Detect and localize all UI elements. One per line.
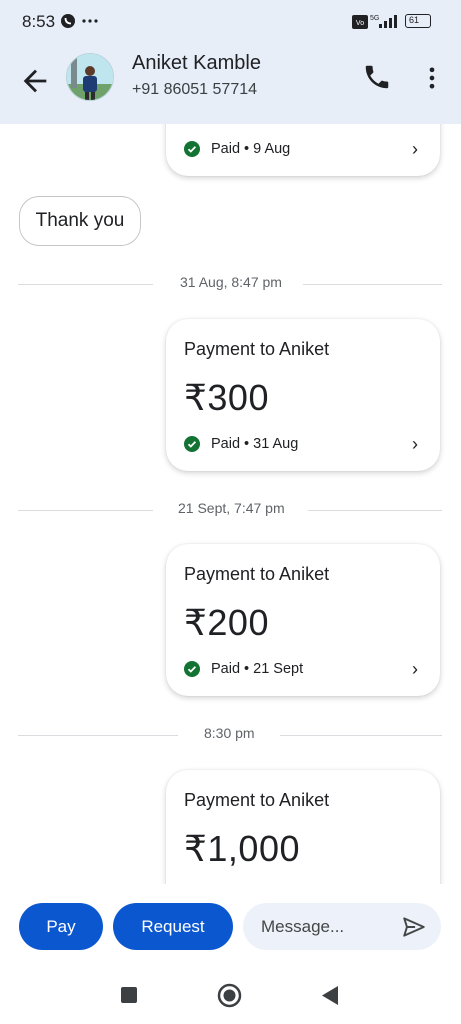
separator-line: [280, 735, 442, 736]
payment-card[interactable]: Payment to Aniket ₹200 Paid • 21 Sept ›: [166, 544, 440, 696]
signal-icon: 5G: [370, 15, 397, 28]
payment-amount: ₹1,000: [184, 828, 300, 869]
payment-card-partial[interactable]: Paid • 9 Aug ›: [166, 124, 440, 176]
pay-button[interactable]: Pay: [19, 903, 103, 950]
request-button[interactable]: Request: [113, 903, 233, 950]
separator-line: [18, 510, 153, 511]
payment-status: Paid • 9 Aug: [184, 141, 290, 157]
phone-call-icon[interactable]: [362, 62, 392, 92]
separator-line: [18, 735, 178, 736]
payment-status-text: Paid • 21 Sept: [211, 661, 304, 677]
volte-icon: Vo: [352, 15, 368, 29]
message-placeholder: Message...: [261, 917, 345, 936]
composer-bar: Pay Request Message...: [0, 884, 461, 966]
payment-title: Payment to Aniket: [184, 564, 330, 584]
chat-thread[interactable]: Paid • 9 Aug › Thank you 31 Aug, 8:47 pm…: [0, 124, 461, 884]
message-input[interactable]: Message...: [243, 903, 441, 950]
separator-line: [303, 284, 442, 285]
payment-status: Paid • 31 Aug: [184, 436, 298, 452]
separator-line: [308, 510, 442, 511]
system-nav-bar: [0, 966, 461, 1024]
payment-card[interactable]: Payment to Aniket ₹1,000: [166, 770, 440, 884]
contact-name: Aniket Kamble: [132, 52, 261, 74]
payment-status-text: Paid • 9 Aug: [211, 141, 291, 157]
network-type-label: 5G: [370, 15, 379, 22]
message-bubble[interactable]: Thank you: [19, 196, 141, 246]
payment-title: Payment to Aniket: [184, 790, 330, 810]
payment-title: Payment to Aniket: [184, 339, 330, 359]
chevron-right-icon: ›: [412, 139, 418, 159]
separator-line: [18, 284, 153, 285]
recents-icon[interactable]: [120, 986, 138, 1004]
payment-amount: ₹200: [184, 602, 269, 643]
status-time: 8:53: [22, 12, 56, 31]
more-options-icon[interactable]: [418, 64, 446, 92]
date-separator: 31 Aug, 8:47 pm: [18, 274, 442, 294]
svg-text:Vo: Vo: [356, 20, 364, 27]
payment-amount: ₹300: [184, 377, 269, 418]
whatsapp-icon: [61, 14, 75, 28]
battery-icon: 61: [405, 14, 431, 28]
status-bar: 8:53 Vo 5G 61: [0, 0, 461, 44]
separator-label: 31 Aug, 8:47 pm: [180, 274, 282, 290]
battery-level: 61: [409, 15, 420, 25]
separator-label: 21 Sept, 7:47 pm: [178, 500, 285, 516]
more-notifications-icon: [82, 19, 98, 23]
payment-status-text: Paid • 31 Aug: [211, 436, 299, 452]
back-nav-icon[interactable]: [320, 985, 340, 1006]
check-circle-icon: [184, 436, 200, 452]
separator-label: 8:30 pm: [204, 725, 255, 741]
date-separator: 21 Sept, 7:47 pm: [18, 500, 442, 520]
send-icon[interactable]: [401, 914, 427, 940]
contact-phone: +91 86051 57714: [132, 81, 258, 98]
check-circle-icon: [184, 661, 200, 677]
chevron-right-icon: ›: [412, 434, 418, 454]
profile-photo: [67, 54, 113, 100]
payment-card[interactable]: Payment to Aniket ₹300 Paid • 31 Aug ›: [166, 319, 440, 471]
check-circle-icon: [184, 141, 200, 157]
payment-status: Paid • 21 Sept: [184, 661, 303, 677]
chat-header: Aniket Kamble +91 86051 57714: [0, 44, 461, 124]
time-separator: 8:30 pm: [18, 725, 442, 745]
back-arrow-icon[interactable]: [18, 64, 52, 98]
avatar[interactable]: [66, 53, 114, 101]
chevron-right-icon: ›: [412, 659, 418, 679]
home-icon[interactable]: [217, 983, 242, 1008]
